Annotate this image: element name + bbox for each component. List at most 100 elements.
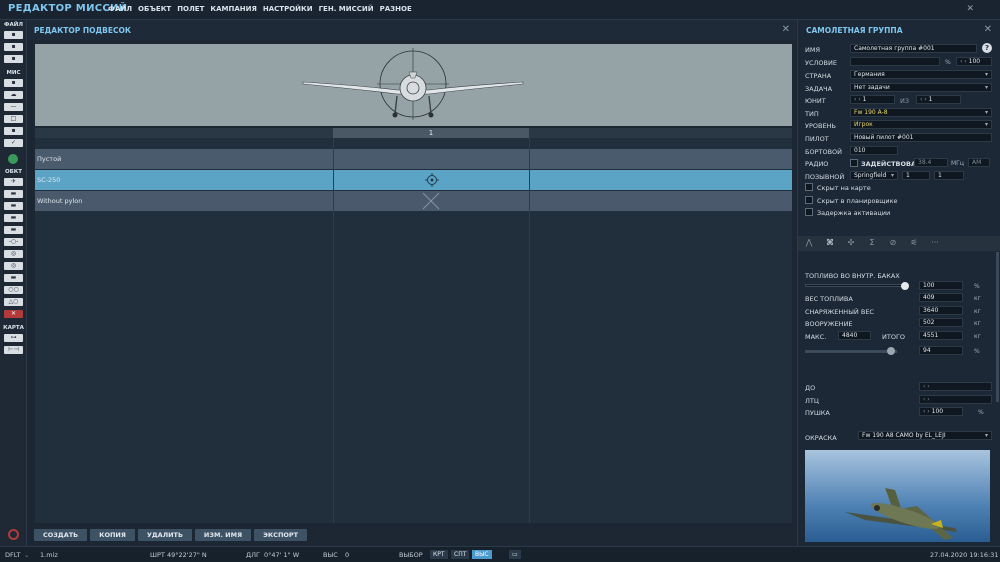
save-file-icon[interactable]: ▪ xyxy=(4,55,23,63)
ship-icon[interactable]: ▬ xyxy=(4,202,23,210)
menu-mission-generator[interactable]: ГЕН. МИССИЙ xyxy=(319,5,374,13)
tab-radio-icon[interactable]: ⚟ xyxy=(907,238,921,249)
radio-unit: МГц xyxy=(951,160,964,167)
menu-object[interactable]: ОБЪЕКТ xyxy=(138,5,171,13)
hidden-in-planner-label: Скрыт в планировщике xyxy=(817,197,898,205)
payload-editor-panel: РЕДАКТОР ПОДВЕСОК ✕ 1 Пустой SC-250 With… xyxy=(28,20,796,546)
shapes-icon[interactable]: △○ xyxy=(4,298,23,306)
helicopter-icon[interactable]: ▬ xyxy=(4,190,23,198)
payload-row-sc250[interactable]: SC-250 xyxy=(35,170,792,190)
pylon-column-header[interactable]: 1 xyxy=(333,128,529,138)
bomb-target-icon[interactable] xyxy=(425,173,439,187)
callsign-select[interactable]: Springfield ▾ xyxy=(850,171,898,180)
unit-count-stepper[interactable]: ‹ › 1 xyxy=(916,95,961,104)
static-object-icon[interactable]: ▬ xyxy=(4,226,23,234)
stepper-arrows-icon[interactable]: ‹ › xyxy=(923,408,930,415)
delete-button[interactable]: УДАЛИТЬ xyxy=(137,529,192,541)
gun-stepper[interactable]: ‹ › 100 xyxy=(919,407,963,416)
stepper-arrows-icon[interactable]: ‹ › xyxy=(960,58,967,65)
panel-scrollbar[interactable] xyxy=(996,252,999,402)
menu-campaign[interactable]: КАМПАНИЯ xyxy=(210,5,257,13)
stepper-arrows-icon[interactable]: ‹ › xyxy=(923,396,930,403)
airfield-icon[interactable]: -○- xyxy=(4,238,23,246)
callsign-number-2[interactable]: 1 xyxy=(934,171,964,180)
task-select[interactable]: Нет задачи ▾ xyxy=(850,83,992,92)
minimize-icon[interactable]: ▭ xyxy=(509,550,521,559)
radio-checkbox[interactable] xyxy=(850,159,858,167)
ltc-stepper[interactable]: ‹ › xyxy=(919,395,992,404)
fuel-percent-field[interactable]: 100 xyxy=(919,281,963,290)
mode-map-button[interactable]: КРТ xyxy=(430,550,448,559)
menu-misc[interactable]: РАЗНОЕ xyxy=(380,5,412,13)
cross-icon[interactable] xyxy=(422,192,440,210)
tab-route-icon[interactable]: ⋀ xyxy=(802,238,816,249)
menu-file[interactable]: ФАЙЛ xyxy=(108,5,132,13)
payload-row-label: Without pylon xyxy=(37,197,83,205)
fuel-slider-handle[interactable] xyxy=(901,282,909,290)
tab-more-icon[interactable]: ··· xyxy=(928,238,942,249)
livery-select[interactable]: Fw 190 A8 CAMO by EL_LEJI ▾ xyxy=(858,431,992,440)
aircraft-icon[interactable]: ✈ xyxy=(4,178,23,186)
help-icon[interactable]: ? xyxy=(982,43,992,53)
map-ruler-icon[interactable]: ⊶ xyxy=(4,334,23,342)
radio-modulation-select[interactable]: AM xyxy=(968,158,990,167)
mode-altitude-button[interactable]: ВЫС xyxy=(472,550,492,559)
level-select[interactable]: Игрок ▾ xyxy=(850,120,992,129)
profile-chevron-icon[interactable]: ⌄ xyxy=(24,551,29,559)
hidden-in-planner-checkbox[interactable] xyxy=(805,196,813,204)
create-button[interactable]: СОЗДАТЬ xyxy=(34,529,88,541)
payload-editor-close-icon[interactable]: ✕ xyxy=(782,24,790,35)
group-panel-close-icon[interactable]: ✕ xyxy=(984,24,992,35)
payload-row-empty[interactable]: Пустой xyxy=(35,149,792,169)
open-file-icon[interactable]: ▪ xyxy=(4,43,23,51)
country-select[interactable]: Германия ▾ xyxy=(850,70,992,79)
weather-icon[interactable]: ☁ xyxy=(4,91,23,99)
vehicle-icon[interactable]: ▬ xyxy=(4,214,23,222)
do-stepper[interactable]: ‹ › xyxy=(919,382,992,391)
pilot-field[interactable]: Новый пилот #001 xyxy=(850,133,992,142)
kg-unit: кг xyxy=(974,308,981,315)
check-icon[interactable]: ✓ xyxy=(4,139,23,147)
stop-icon[interactable] xyxy=(8,529,19,540)
app-close-icon[interactable]: ✕ xyxy=(966,4,974,14)
stepper-arrows-icon[interactable]: ‹ › xyxy=(920,96,927,103)
name-field[interactable]: Самолетная группа #001 xyxy=(850,44,977,53)
radio-frequency-field[interactable]: 38.4 xyxy=(914,158,948,167)
trigger-icon[interactable]: — xyxy=(4,103,23,111)
menu-settings[interactable]: НАСТРОЙКИ xyxy=(263,5,313,13)
tab-payload-icon[interactable]: ⌘ xyxy=(823,238,837,249)
fly-mission-icon[interactable] xyxy=(8,154,18,164)
chevron-down-icon: ▾ xyxy=(984,71,988,78)
target-icon[interactable]: ◎ xyxy=(4,250,23,258)
group-icon[interactable]: ○○ xyxy=(4,286,23,294)
briefing-icon[interactable]: ▪ xyxy=(4,79,23,87)
fuel-slider[interactable] xyxy=(805,284,905,287)
delete-icon[interactable]: ✕ xyxy=(4,310,23,318)
profile-label[interactable]: DFLT xyxy=(5,551,20,559)
resources-icon[interactable]: ▪ xyxy=(4,127,23,135)
copy-button[interactable]: КОПИЯ xyxy=(90,529,135,541)
stepper-arrows-icon[interactable]: ‹ › xyxy=(923,383,930,390)
stepper-arrows-icon[interactable]: ‹ › xyxy=(854,96,861,103)
tab-summary-icon[interactable]: Σ xyxy=(865,238,879,249)
late-activation-checkbox[interactable] xyxy=(805,208,813,216)
type-select[interactable]: Fw 190 A-8 ▾ xyxy=(850,108,992,117)
menu-flight[interactable]: ПОЛЕТ xyxy=(177,5,204,13)
tab-targets-icon[interactable]: ✣ xyxy=(844,238,858,249)
new-file-icon[interactable]: ▪ xyxy=(4,31,23,39)
callsign-number-1[interactable]: 1 xyxy=(902,171,930,180)
template-icon[interactable]: ▬ xyxy=(4,274,23,282)
condition-field[interactable] xyxy=(850,57,940,66)
radar-icon[interactable]: ◎ xyxy=(4,262,23,270)
map-measure-icon[interactable]: ⊢⊣ xyxy=(4,346,23,354)
hidden-on-map-checkbox[interactable] xyxy=(805,183,813,191)
mode-satellite-button[interactable]: СПТ xyxy=(451,550,470,559)
rename-button[interactable]: ИЗМ. ИМЯ xyxy=(194,529,252,541)
payload-row-without-pylon[interactable]: Without pylon xyxy=(35,191,792,211)
tab-failures-icon[interactable]: ⊘ xyxy=(886,238,900,249)
tail-number-field[interactable]: 010 xyxy=(850,146,898,155)
condition-percent-stepper[interactable]: ‹ › 100 xyxy=(956,57,992,66)
export-button[interactable]: ЭКСПОРТ xyxy=(254,529,308,541)
zone-icon[interactable]: □ xyxy=(4,115,23,123)
unit-stepper[interactable]: ‹ › 1 xyxy=(850,95,895,104)
